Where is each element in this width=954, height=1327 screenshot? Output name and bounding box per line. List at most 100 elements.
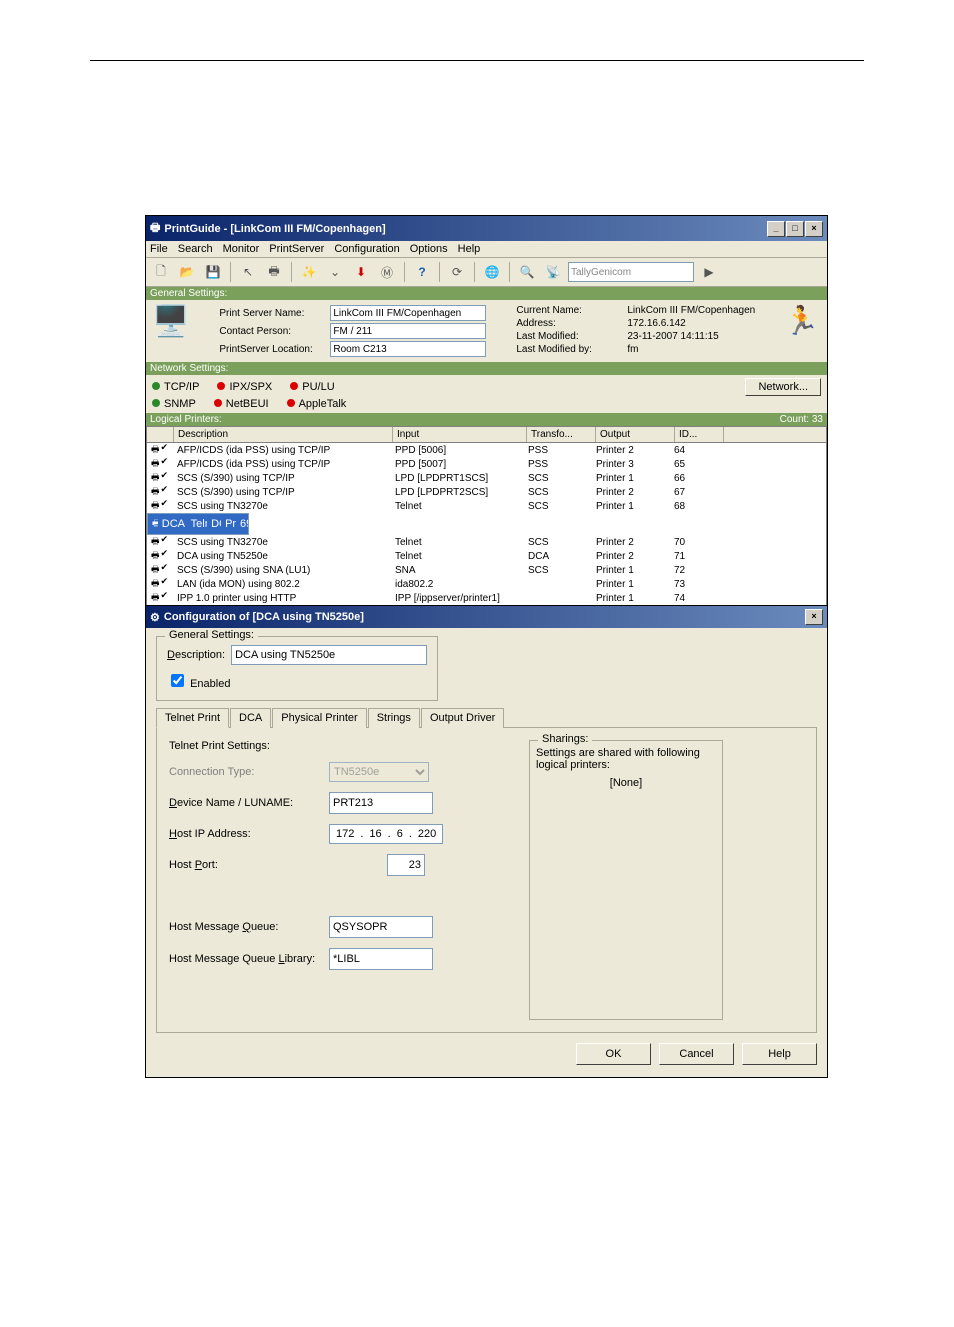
- table-row[interactable]: 🖶✔SCS (S/390) using SNA (LU1)SNASCSPrint…: [147, 563, 826, 577]
- col-output[interactable]: Output: [596, 427, 675, 442]
- table-row[interactable]: 🖶✔SCS using TN3270eTelnetSCSPrinter 168: [147, 499, 826, 513]
- host-port-field[interactable]: [387, 854, 425, 876]
- gear-icon: ⚙: [150, 611, 160, 624]
- magnify-icon[interactable]: 🔍: [516, 261, 538, 283]
- row-input: SNA: [391, 565, 524, 576]
- configuration-dialog: ⚙Configuration of [DCA using TN5250e] × …: [145, 605, 828, 1078]
- sharings-group: Sharings: Settings are shared with follo…: [529, 740, 723, 1020]
- host-ip-label: Host IP Address:: [169, 828, 329, 840]
- row-id: 66: [670, 473, 718, 484]
- tab-bar: Telnet Print DCA Physical Printer String…: [156, 707, 817, 727]
- connection-type-select[interactable]: TN5250e: [329, 762, 429, 782]
- row-id: 74: [670, 593, 718, 604]
- minimize-button[interactable]: _: [767, 221, 785, 237]
- go-icon[interactable]: ▶: [698, 261, 720, 283]
- wizard-icon[interactable]: ✨: [298, 261, 320, 283]
- col-id[interactable]: ID...: [675, 427, 724, 442]
- save-icon[interactable]: 💾: [202, 261, 224, 283]
- running-man-icon: 🏃: [784, 304, 819, 337]
- table-row[interactable]: 🖶✔SCS (S/390) using TCP/IPLPD [LPDPRT1SC…: [147, 471, 826, 485]
- row-output: Printer 2: [592, 537, 670, 548]
- row-output: Printer 2: [592, 487, 670, 498]
- dialog-title-bar: ⚙Configuration of [DCA using TN5250e] ×: [146, 606, 827, 628]
- cp-field[interactable]: [330, 323, 486, 339]
- binoculars-icon[interactable]: Ⓜ: [376, 261, 398, 283]
- description-field[interactable]: [231, 645, 427, 665]
- printer-icon[interactable]: 🖶: [263, 261, 285, 283]
- psl-label: PrintServer Location:: [219, 344, 324, 355]
- ok-button[interactable]: OK: [576, 1043, 651, 1065]
- psn-field[interactable]: [330, 305, 486, 321]
- connection-type-label: Connection Type:: [169, 766, 329, 778]
- col-input[interactable]: Input: [393, 427, 527, 442]
- menu-file[interactable]: File: [150, 243, 168, 255]
- row-transfo: SCS: [524, 537, 592, 548]
- menu-configuration[interactable]: Configuration: [334, 243, 399, 255]
- tab-dca[interactable]: DCA: [230, 708, 271, 728]
- tab-physical-printer[interactable]: Physical Printer: [272, 708, 366, 728]
- cancel-button[interactable]: Cancel: [659, 1043, 734, 1065]
- menu-options[interactable]: Options: [410, 243, 448, 255]
- menu-search[interactable]: Search: [178, 243, 213, 255]
- table-row[interactable]: 🖶✔AFP/ICDS (ida PSS) using TCP/IPPPD [50…: [147, 443, 826, 457]
- network-button[interactable]: Network...: [745, 378, 821, 396]
- close-button[interactable]: ×: [805, 221, 823, 237]
- dialog-close-button[interactable]: ×: [805, 609, 823, 625]
- download-icon[interactable]: ⬇: [350, 261, 372, 283]
- row-description: SCS (S/390) using TCP/IP: [173, 473, 391, 484]
- table-row[interactable]: 🖶✔SCS using TN3270eTelnetSCSPrinter 270: [147, 535, 826, 549]
- menu-printserver[interactable]: PrintServer: [269, 243, 324, 255]
- row-id: 72: [670, 565, 718, 576]
- toolbar-search[interactable]: [568, 262, 694, 282]
- row-transfo: PSS: [524, 459, 592, 470]
- funnel-icon[interactable]: ⌄: [324, 261, 346, 283]
- open-icon[interactable]: 📂: [176, 261, 198, 283]
- new-icon[interactable]: 🗋: [150, 261, 172, 283]
- row-transfo: SCS: [524, 565, 592, 576]
- row-input: ida802.2: [391, 579, 524, 590]
- row-input: PPD [5007]: [391, 459, 524, 470]
- sharings-legend: Sharings:: [538, 733, 592, 745]
- col-description[interactable]: Description: [174, 427, 393, 442]
- menu-bar: File Search Monitor PrintServer Configur…: [146, 241, 827, 258]
- refresh-icon[interactable]: ⟳: [446, 261, 468, 283]
- globe-icon[interactable]: 🌐: [481, 261, 503, 283]
- row-id: 65: [670, 459, 718, 470]
- tps-label: Telnet Print Settings:: [169, 740, 499, 752]
- psl-field[interactable]: [330, 341, 486, 357]
- antenna-icon[interactable]: 📡: [542, 261, 564, 283]
- sharings-text: Settings are shared with following logic…: [536, 747, 716, 771]
- maximize-button[interactable]: □: [786, 221, 804, 237]
- table-row[interactable]: 🖶✔SCS (S/390) using TCP/IPLPD [LPDPRT2SC…: [147, 485, 826, 499]
- printguide-window: 🖶PrintGuide - [LinkCom III FM/Copenhagen…: [145, 215, 828, 657]
- tab-telnet-print[interactable]: Telnet Print: [156, 708, 229, 728]
- table-row[interactable]: 🖶✔IPP 1.0 printer using HTTPIPP [/ippser…: [147, 591, 826, 605]
- menu-help[interactable]: Help: [458, 243, 481, 255]
- logical-printers-table: Description Input Transfo... Output ID..…: [146, 426, 827, 614]
- tab-strings[interactable]: Strings: [368, 708, 420, 728]
- row-input: Telnet: [391, 501, 524, 512]
- cursor-icon[interactable]: ↖: [237, 261, 259, 283]
- help-icon[interactable]: ?: [411, 261, 433, 283]
- device-name-field[interactable]: [329, 792, 433, 814]
- menu-monitor[interactable]: Monitor: [223, 243, 260, 255]
- row-id: 67: [670, 487, 718, 498]
- lp-count: Count: 33: [780, 414, 823, 425]
- addr-value: 172.16.6.142: [627, 318, 685, 329]
- table-row[interactable]: 🖶✔AFP/ICDS (ida PSS) using TCP/IPPPD [50…: [147, 457, 826, 471]
- network-settings-header: Network Settings:: [146, 362, 827, 375]
- table-row[interactable]: 🖶✔LAN (ida MON) using 802.2ida802.2Print…: [147, 577, 826, 591]
- table-row[interactable]: 🖶✔DCA using TN5250eTelnetDCAPrinter 169: [147, 513, 249, 535]
- enabled-checkbox[interactable]: Enabled: [167, 678, 230, 690]
- table-row[interactable]: 🖶✔DCA using TN5250eTelnetDCAPrinter 271: [147, 549, 826, 563]
- hmq-field[interactable]: [329, 916, 433, 938]
- row-description: SCS (S/390) using SNA (LU1): [173, 565, 391, 576]
- tab-output-driver[interactable]: Output Driver: [421, 708, 504, 728]
- psn-label: Print Server Name:: [219, 308, 324, 319]
- host-ip-field[interactable]: 172.16.6.220: [329, 824, 443, 844]
- row-output: Printer 1: [221, 518, 236, 530]
- row-output: Printer 1: [592, 593, 670, 604]
- col-transfo[interactable]: Transfo...: [527, 427, 596, 442]
- help-button[interactable]: Help: [742, 1043, 817, 1065]
- hmql-field[interactable]: [329, 948, 433, 970]
